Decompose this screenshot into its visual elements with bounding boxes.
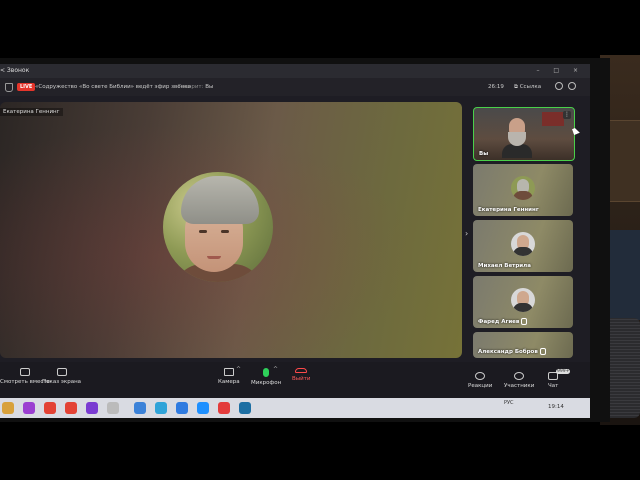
camera-label: Камера — [218, 379, 240, 385]
participant-name-row: Александр Бобров — [478, 348, 546, 355]
camera-icon — [223, 368, 234, 376]
participant-tile-self[interactable]: ⋮ Вы — [473, 107, 575, 161]
chat-label: Чат — [548, 383, 559, 389]
participant-name-row: Фаред Агиев — [478, 318, 528, 325]
participant-tile[interactable]: Михаел Ветрила — [473, 220, 573, 272]
participant-name: Фаред Агиев — [478, 319, 520, 325]
taskbar-app-icon[interactable] — [2, 402, 14, 414]
participant-tile[interactable]: Екатерина Геннинг — [473, 164, 573, 216]
thumb-body — [513, 303, 533, 312]
participant-name: Вы — [479, 151, 489, 157]
leave-call-button[interactable]: Выйти — [292, 368, 310, 382]
taskbar-clock: 19:14 — [548, 404, 564, 410]
share-screen-button[interactable]: Показ экрана — [42, 368, 81, 385]
participant-thumb — [511, 232, 535, 256]
settings-icon[interactable] — [555, 82, 563, 90]
taskbar-app-icon[interactable] — [218, 402, 230, 414]
microphone-options-chevron-icon[interactable]: ^ — [273, 366, 278, 373]
reactions-label: Реакции — [468, 383, 493, 389]
call-title: «Содружество «Во свете Библии» ведёт эфи… — [35, 84, 191, 90]
reactions-icon — [475, 372, 486, 380]
avatar-eye-right — [221, 230, 229, 233]
hang-up-icon — [295, 368, 308, 373]
participants-icon — [514, 372, 525, 380]
taskbar-app-icon[interactable] — [155, 402, 167, 414]
wall-window — [608, 230, 640, 320]
avatar-eye-left — [199, 230, 207, 233]
monitor-screen: < Звонок – □ × LIVE «Содружество «Во све… — [0, 64, 590, 418]
thumb-body — [513, 247, 533, 256]
os-taskbar: РУС 19:14 — [0, 398, 590, 418]
participants-button[interactable]: Участники — [504, 372, 534, 389]
microphone-label: Микрофон — [251, 380, 282, 386]
participant-avatar — [163, 172, 273, 282]
window-controls[interactable]: – □ × — [536, 64, 584, 78]
participant-tile[interactable]: Александр Бобров — [473, 332, 573, 358]
taskbar-app-icon[interactable] — [239, 402, 251, 414]
share-screen-label: Показ экрана — [42, 379, 82, 385]
mic-off-icon — [539, 348, 546, 355]
taskbar-app-icon[interactable] — [134, 402, 146, 414]
speaking-name: Вы — [205, 84, 214, 90]
taskbar-app-icon[interactable] — [176, 402, 188, 414]
call-title-bar: LIVE «Содружество «Во свете Библии» ведё… — [0, 78, 590, 96]
participant-name: Михаел Ветрила — [478, 263, 531, 269]
copy-link-button[interactable]: ⧉ Ссылка — [514, 78, 541, 96]
taskbar-app-icon[interactable] — [23, 402, 35, 414]
participants-label: Участники — [504, 383, 535, 389]
avatar-headscarf — [181, 176, 259, 224]
call-timer: 26:19 — [488, 84, 504, 90]
chat-button[interactable]: 999+ Чат — [548, 369, 571, 389]
participant-name: Александр Бобров — [478, 349, 538, 355]
call-controls-bar: Смотреть вместе Показ экрана Камера ^ Ми… — [0, 362, 590, 398]
main-video-name: Екатерина Геннинг — [0, 108, 63, 116]
more-options-icon[interactable] — [568, 82, 576, 90]
tile-more-icon[interactable]: ⋮ — [563, 111, 571, 119]
speaking-prefix: Говорит: — [178, 84, 204, 90]
watch-together-icon — [20, 368, 30, 376]
background-object — [542, 112, 564, 126]
taskbar-app-icon[interactable] — [65, 402, 77, 414]
thumb-body — [513, 191, 533, 200]
live-badge: LIVE — [17, 83, 36, 91]
taskbar-app-icon[interactable] — [86, 402, 98, 414]
app-top-bar: < Звонок – □ × — [0, 64, 590, 78]
tray-language[interactable]: РУС — [504, 400, 514, 406]
camera-options-chevron-icon[interactable]: ^ — [236, 366, 241, 373]
person-body — [502, 144, 532, 158]
collapse-panel-chevron-icon[interactable]: › — [465, 229, 468, 238]
participant-thumb — [511, 288, 535, 312]
avatar-mouth — [207, 256, 221, 259]
back-button[interactable]: < Звонок — [0, 64, 29, 78]
reactions-button[interactable]: Реакции — [468, 372, 492, 389]
participant-thumb — [511, 176, 535, 200]
microphone-icon — [263, 368, 270, 377]
taskbar-app-icon[interactable] — [197, 402, 209, 414]
wall-panel — [607, 120, 640, 202]
chat-count-badge: 999+ — [556, 369, 571, 374]
self-video-person — [502, 118, 532, 158]
taskbar-app-icon[interactable] — [44, 402, 56, 414]
share-screen-icon — [56, 368, 67, 376]
speaking-indicator: Говорит: Вы — [178, 78, 213, 96]
copy-link-label: Ссылка — [519, 84, 542, 90]
shield-icon[interactable] — [5, 83, 13, 92]
participant-name: Екатерина Геннинг — [478, 207, 539, 213]
taskbar-app-icon[interactable] — [107, 402, 119, 414]
mic-off-icon — [521, 318, 528, 325]
leave-label: Выйти — [292, 376, 311, 382]
participant-tile[interactable]: Фаред Агиев — [473, 276, 573, 328]
